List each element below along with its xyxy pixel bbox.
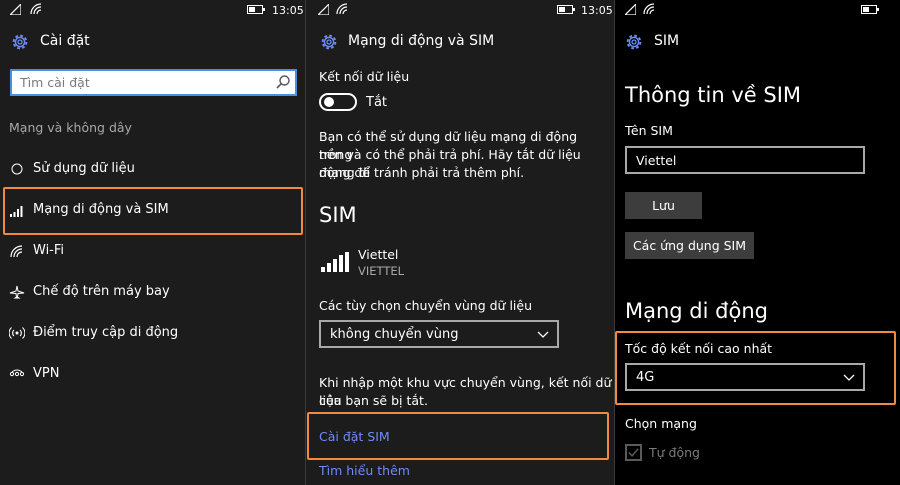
status-bar: 13:05 <box>306 0 614 22</box>
data-connection-toggle[interactable] <box>319 93 357 111</box>
sim-name-value: Viettel <box>636 153 677 168</box>
roaming-label: Các tùy chọn chuyển vùng dữ liệu <box>319 298 533 313</box>
search-input[interactable]: Tìm cài đặt <box>10 69 297 96</box>
settings-screen: 13:05 Cài đặt Tìm cài đặt Mạng và không … <box>0 0 305 485</box>
page-header: Cài đặt <box>0 28 305 56</box>
auto-label: Tự động <box>649 445 700 460</box>
menu-item-label: Điểm truy cập di động <box>33 325 179 340</box>
sim-name-label: Tên SIM <box>625 123 673 138</box>
menu-item-vpn[interactable]: VPN <box>0 356 305 392</box>
battery-icon <box>861 5 879 14</box>
status-bar <box>615 0 900 22</box>
sim-settings-link[interactable]: Cài đặt SIM <box>319 429 390 444</box>
toggle-knob <box>324 97 334 107</box>
section-label: Mạng và không dây <box>9 120 132 135</box>
wifi-icon <box>10 245 23 258</box>
cellular-sim-screen: 13:05 Mạng di động và SIM Kết nối dữ liệ… <box>306 0 614 485</box>
search-placeholder: Tìm cài đặt <box>20 75 90 90</box>
menu-item-label: Chế độ trên máy bay <box>33 284 170 299</box>
description-line: động để tránh phải trả thêm phí. <box>319 165 525 180</box>
signal-icon <box>625 4 636 15</box>
status-bar: 13:05 <box>0 0 305 22</box>
menu-item-label: Mạng di động và SIM <box>33 202 169 217</box>
menu-item-cellular-sim[interactable]: Mạng di động và SIM <box>0 192 305 228</box>
page-header: Mạng di động và SIM <box>306 28 614 56</box>
wifi-icon <box>30 3 42 15</box>
signal-icon <box>10 4 21 15</box>
page-title: Mạng di động và SIM <box>348 33 495 49</box>
sim-info-heading: Thông tin về SIM <box>625 83 802 107</box>
gear-icon <box>12 34 28 50</box>
roaming-note-line: của bạn sẽ bị tắt. <box>319 393 428 408</box>
airplane-icon <box>9 285 25 299</box>
sim-apps-button[interactable]: Các ứng dụng SIM <box>625 232 754 259</box>
wifi-icon <box>336 3 348 15</box>
chevron-down-icon <box>537 331 549 338</box>
menu-item-hotspot[interactable]: Điểm truy cập di động <box>0 315 305 351</box>
data-connection-label: Kết nối dữ liệu <box>319 69 410 84</box>
wifi-icon <box>643 3 655 15</box>
dropdown-value: 4G <box>636 370 655 385</box>
learn-more-link[interactable]: Tìm hiểu thêm <box>319 463 410 478</box>
sim-name: Viettel <box>358 247 399 262</box>
menu-item-label: Sử dụng dữ liệu <box>33 161 135 176</box>
menu-item-data-usage[interactable]: Sử dụng dữ liệu <box>0 151 305 187</box>
save-button[interactable]: Lưu <box>625 192 702 219</box>
hotspot-icon <box>9 327 25 339</box>
sim-operator: VIETTEL <box>358 264 405 278</box>
battery-icon <box>557 5 575 14</box>
page-title: Cài đặt <box>40 33 90 49</box>
sim-screen: SIM Thông tin về SIM Tên SIM Viettel Lưu… <box>615 0 900 485</box>
check-icon <box>628 448 639 457</box>
menu-item-label: VPN <box>33 366 60 381</box>
gear-icon <box>321 34 337 50</box>
menu-item-airplane-mode[interactable]: Chế độ trên máy bay <box>0 274 305 310</box>
toggle-state-label: Tắt <box>366 95 388 110</box>
menu-item-label: Wi-Fi <box>33 243 65 258</box>
chevron-down-icon <box>843 374 855 381</box>
auto-checkbox[interactable] <box>625 444 642 461</box>
dropdown-value: không chuyển vùng <box>330 327 459 342</box>
max-speed-label: Tốc độ kết nối cao nhất <box>625 341 773 356</box>
menu-item-wifi[interactable]: Wi-Fi <box>0 233 305 269</box>
mobile-network-heading: Mạng di động <box>625 299 768 323</box>
page-title: SIM <box>654 33 680 49</box>
signal-icon <box>318 4 329 15</box>
cellular-icon <box>10 206 23 217</box>
page-header: SIM <box>615 28 900 56</box>
sim-heading: SIM <box>319 203 357 227</box>
vpn-icon <box>9 369 25 377</box>
status-time: 13:05 <box>272 4 304 17</box>
choose-network-label: Chọn mạng <box>625 416 697 431</box>
search-icon[interactable] <box>275 74 291 90</box>
status-time: 13:05 <box>581 4 613 17</box>
sim-name-field[interactable]: Viettel <box>625 146 865 174</box>
signal-strength-icon <box>321 252 349 272</box>
data-usage-icon <box>11 163 23 175</box>
max-speed-dropdown[interactable]: 4G <box>625 363 865 391</box>
gear-icon <box>626 34 642 50</box>
roaming-dropdown[interactable]: không chuyển vùng <box>319 320 559 348</box>
battery-icon <box>247 5 265 14</box>
